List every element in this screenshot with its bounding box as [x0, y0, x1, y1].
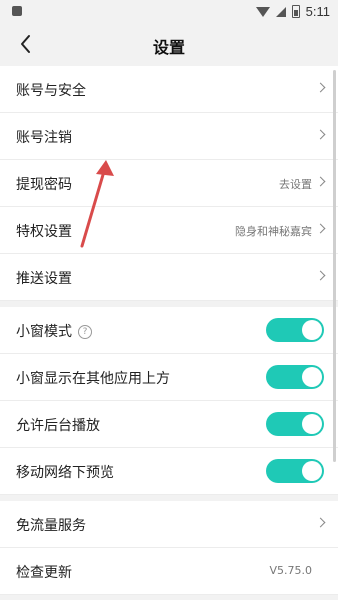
row-label: 推送设置 — [16, 271, 72, 287]
settings-row-data-free[interactable]: 免流量服务 — [0, 501, 338, 548]
settings-row-push[interactable]: 推送设置 — [0, 254, 338, 301]
settings-list: 账号与安全 账号注销 提现密码 去设置 特权设置 隐身和神秘嘉宾 推送设置 小窗… — [0, 66, 338, 595]
toggle-knob — [302, 320, 322, 340]
row-value: V5.75.0 — [269, 564, 312, 577]
signal-icon — [275, 6, 286, 17]
settings-row-mobile-preview: 移动网络下预览 — [0, 448, 338, 495]
settings-row-withdraw-password[interactable]: 提现密码 去设置 — [0, 160, 338, 207]
chevron-right-icon — [315, 270, 326, 281]
settings-row-mini-window-overlay: 小窗显示在其他应用上方 — [0, 354, 338, 401]
row-label: 账号与安全 — [16, 83, 86, 99]
toggle-knob — [302, 414, 322, 434]
row-label: 账号注销 — [16, 130, 72, 146]
chevron-right-icon — [315, 176, 326, 187]
help-icon[interactable]: ? — [78, 325, 92, 339]
mobile-preview-toggle[interactable] — [266, 459, 324, 483]
wifi-icon — [255, 6, 270, 17]
toggle-knob — [302, 367, 322, 387]
status-time: 5:11 — [305, 4, 330, 19]
row-label: 移动网络下预览 — [16, 465, 114, 481]
settings-row-background-play: 允许后台播放 — [0, 401, 338, 448]
settings-row-privileges[interactable]: 特权设置 隐身和神秘嘉宾 — [0, 207, 338, 254]
chevron-right-icon — [315, 129, 326, 140]
status-bar: 5:11 — [0, 0, 338, 24]
overlay-toggle[interactable] — [266, 365, 324, 389]
row-label: 检查更新 — [16, 565, 72, 581]
settings-row-account-security[interactable]: 账号与安全 — [0, 66, 338, 113]
battery-icon — [291, 5, 300, 18]
background-play-toggle[interactable] — [266, 412, 324, 436]
row-label: 提现密码 — [16, 177, 72, 193]
row-value: 隐身和神秘嘉宾 — [235, 225, 312, 238]
row-label: 免流量服务 — [16, 518, 86, 534]
chevron-right-icon — [315, 82, 326, 93]
row-label: 允许后台播放 — [16, 418, 100, 434]
row-label: 小窗显示在其他应用上方 — [16, 371, 170, 387]
scrollbar[interactable] — [333, 70, 336, 462]
mini-window-toggle[interactable] — [266, 318, 324, 342]
settings-row-mini-window: 小窗模式? — [0, 307, 338, 354]
settings-row-check-update[interactable]: 检查更新 V5.75.0 — [0, 548, 338, 595]
row-label: 小窗模式? — [16, 321, 92, 341]
page-title: 设置 — [152, 38, 185, 57]
row-value: 去设置 — [279, 178, 312, 191]
toggle-knob — [302, 461, 322, 481]
status-icons: 5:11 — [255, 4, 330, 19]
notification-icon — [12, 6, 22, 16]
row-label: 特权设置 — [16, 224, 72, 240]
row-label-text: 小窗模式 — [16, 324, 72, 340]
chevron-right-icon — [315, 223, 326, 234]
chevron-right-icon — [315, 517, 326, 528]
header-bar: 设置 — [0, 24, 338, 66]
settings-row-account-cancel[interactable]: 账号注销 — [0, 113, 338, 160]
